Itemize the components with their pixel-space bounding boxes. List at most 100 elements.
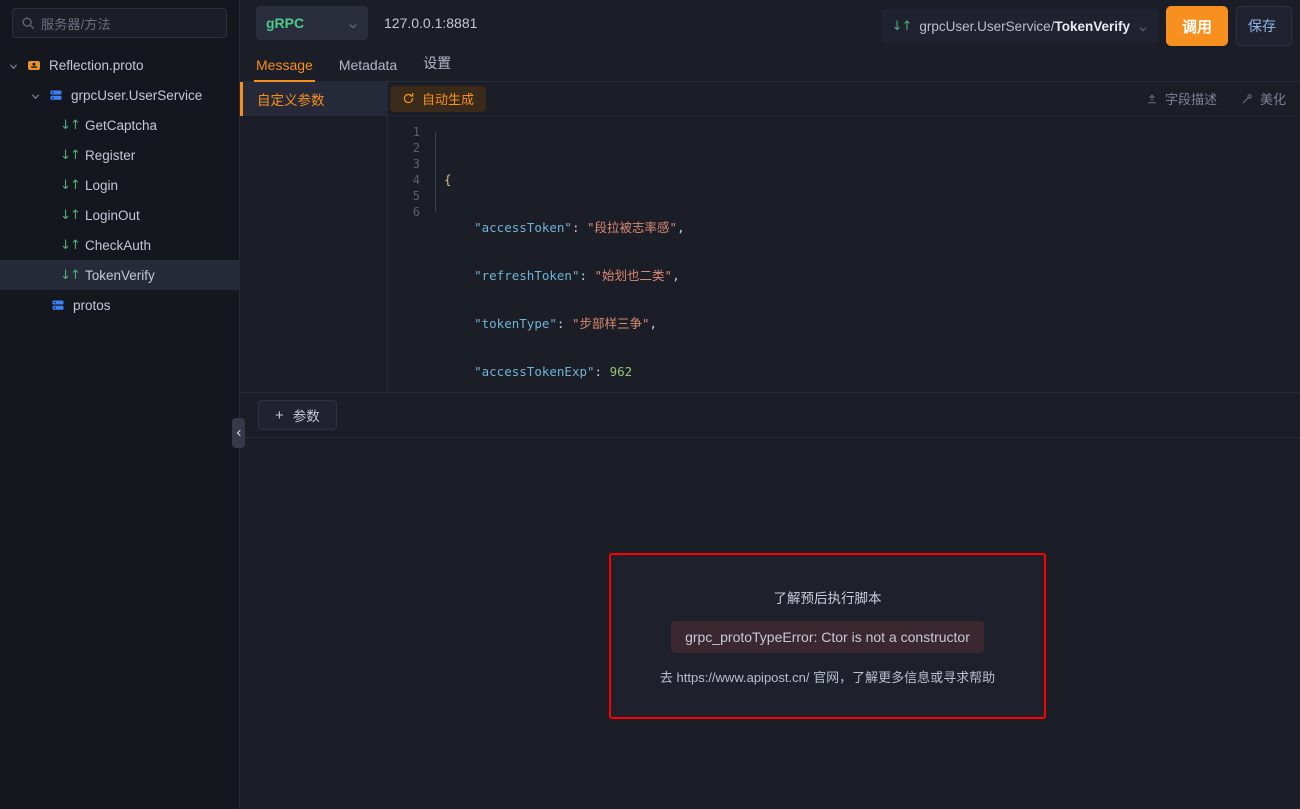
add-param-label: 参数 — [292, 409, 320, 424]
tree-item-protos[interactable]: protos — [0, 290, 239, 320]
code-line: "tokenType": "步部样三争", — [444, 316, 1300, 332]
call-button[interactable]: 调用 — [1165, 6, 1228, 46]
code-line: "accessToken": "段拉被志率感", — [444, 220, 1300, 236]
line-number: 5 — [412, 189, 420, 203]
wand-icon — [1242, 93, 1252, 103]
line-number: 6 — [412, 205, 420, 219]
code-line: "accessTokenExp": 962 — [444, 364, 1300, 380]
code-line: "refreshToken": "始划也二类", — [444, 268, 1300, 284]
tree-item-getcaptcha[interactable]: ↓↑ GetCaptcha — [0, 110, 239, 140]
indent-guide — [435, 132, 436, 212]
tree-item-loginout[interactable]: ↓↑ LoginOut — [0, 200, 239, 230]
beautify-button[interactable]: 美化 — [1241, 89, 1286, 108]
method-icon: ↓↑ — [60, 117, 81, 133]
line-number-gutter: 1 2 3 4 5 6 — [388, 116, 430, 392]
search-input[interactable]: 服务器/方法 — [12, 8, 227, 38]
method-select[interactable]: ↓↑ grpcUser.UserService/TokenVerify — [881, 9, 1158, 43]
json-key: "accessTokenExp" — [474, 364, 595, 379]
refresh-icon — [403, 92, 414, 104]
method-icon: ↓↑ — [60, 207, 81, 223]
line-number: 1 — [412, 125, 420, 139]
tree-item-login[interactable]: ↓↑ Login — [0, 170, 239, 200]
tree-item-label: Register — [85, 147, 136, 163]
chevron-left-icon — [236, 429, 241, 437]
params-column: 自定义参数 — [240, 82, 388, 392]
tree-item-label: TokenVerify — [85, 267, 155, 283]
json-value: 962 — [609, 364, 633, 379]
method-icon: ↓↑ — [891, 18, 913, 34]
topbar: gRPC 127.0.0.1:8881 ↓↑ grpcUser.UserServ… — [240, 0, 1300, 46]
sidebar-collapse-handle[interactable] — [232, 418, 245, 448]
sidebar: 服务器/方法 Reflection.proto grpcUser.UserSer… — [0, 0, 245, 809]
tree-item-tokenverify[interactable]: ↓↑ TokenVerify — [0, 260, 239, 290]
json-comma: , — [677, 220, 685, 235]
proto-tree: Reflection.proto grpcUser.UserService ↓↑… — [0, 50, 239, 320]
service-icon — [50, 297, 66, 313]
tree-item-grpcuser-userservice[interactable]: grpcUser.UserService — [0, 80, 239, 110]
code-line: { — [444, 172, 1300, 188]
chevron-down-icon — [1138, 21, 1148, 32]
chevron-down-icon[interactable] — [8, 60, 19, 71]
tab-bar: Message Metadata 设置 — [240, 46, 1300, 82]
tree-item-checkauth[interactable]: ↓↑ CheckAuth — [0, 230, 239, 260]
json-value: "始划也二类" — [594, 268, 673, 283]
search-placeholder: 服务器/方法 — [41, 16, 111, 32]
line-number: 3 — [412, 157, 420, 171]
json-code-content[interactable]: { "accessToken": "段拉被志率感", "refreshToken… — [430, 116, 1300, 392]
tree-item-reflection-proto[interactable]: Reflection.proto — [0, 50, 239, 80]
tree-item-label: Login — [85, 177, 119, 193]
field-description-label: 字段描述 — [1164, 92, 1217, 107]
error-code-message: grpc_protoTypeError: Ctor is not a const… — [671, 620, 984, 653]
method-select-label: grpcUser.UserService/TokenVerify — [919, 19, 1130, 34]
response-area: 了解预后执行脚本 grpc_protoTypeError: Ctor is no… — [240, 438, 1300, 809]
main-panel: gRPC 127.0.0.1:8881 ↓↑ grpcUser.UserServ… — [240, 0, 1300, 809]
save-button[interactable]: 保存 — [1236, 6, 1292, 46]
tab-metadata[interactable]: Metadata — [339, 57, 397, 81]
editor-toolbar: 自动生成 字段描述 美化 — [388, 82, 1300, 116]
json-value: "步部样三争" — [571, 316, 650, 331]
json-key: "accessToken" — [474, 220, 572, 235]
custom-params-tab[interactable]: 自定义参数 — [240, 82, 387, 116]
upload-icon — [1148, 94, 1156, 103]
service-icon — [48, 87, 64, 103]
json-colon: : — [571, 220, 588, 235]
json-key: "refreshToken" — [474, 268, 580, 283]
json-colon: : — [556, 316, 572, 331]
topbar-actions: ↓↑ grpcUser.UserService/TokenVerify 调用 保… — [881, 6, 1292, 46]
json-code-area[interactable]: 1 2 3 4 5 6 { "accessToken": "段拉被志率感", "… — [388, 116, 1300, 392]
field-description-button[interactable]: 字段描述 — [1146, 89, 1217, 108]
proto-file-icon — [26, 57, 42, 73]
request-editor-row: 自定义参数 自动生成 字段描述 美化 1 2 3 4 5 6 {"access… — [240, 82, 1300, 392]
error-title: 了解预后执行脚本 — [773, 590, 882, 606]
search-icon — [21, 16, 35, 30]
chevron-down-icon[interactable] — [30, 90, 41, 101]
tree-item-label: protos — [73, 297, 111, 313]
auto-generate-label: 自动生成 — [422, 92, 475, 107]
protocol-select[interactable]: gRPC — [256, 6, 368, 40]
json-colon: : — [594, 364, 610, 379]
json-editor-column: 自动生成 字段描述 美化 1 2 3 4 5 6 {"accessToken"… — [388, 82, 1300, 392]
tree-item-label: LoginOut — [85, 207, 140, 223]
add-param-button[interactable]: + 参数 — [258, 400, 337, 430]
error-panel: 了解预后执行脚本 grpc_protoTypeError: Ctor is no… — [609, 553, 1046, 719]
sidebar-search-wrap: 服务器/方法 — [0, 0, 239, 38]
method-icon: ↓↑ — [60, 267, 81, 283]
json-colon: : — [579, 268, 595, 283]
method-prefix: grpcUser.UserService/ — [919, 18, 1055, 34]
tab-message[interactable]: Message — [254, 57, 315, 82]
json-comma: , — [649, 316, 658, 331]
tree-item-label: grpcUser.UserService — [71, 87, 203, 103]
auto-generate-button[interactable]: 自动生成 — [390, 85, 487, 112]
add-param-bar: + 参数 — [240, 392, 1300, 438]
error-help-text: 去 https://www.apipost.cn/ 官网，了解更多信息或寻求帮助 — [659, 669, 996, 685]
tab-settings[interactable]: 设置 — [423, 53, 451, 81]
line-number: 2 — [412, 141, 420, 155]
json-key: "tokenType" — [474, 316, 557, 331]
server-address[interactable]: 127.0.0.1:8881 — [384, 15, 477, 31]
json-open-brace: { — [444, 172, 452, 187]
tree-item-label: GetCaptcha — [85, 117, 158, 133]
tree-item-label: Reflection.proto — [49, 57, 144, 73]
method-icon: ↓↑ — [60, 237, 81, 253]
tree-item-register[interactable]: ↓↑ Register — [0, 140, 239, 170]
tree-item-label: CheckAuth — [85, 237, 152, 253]
